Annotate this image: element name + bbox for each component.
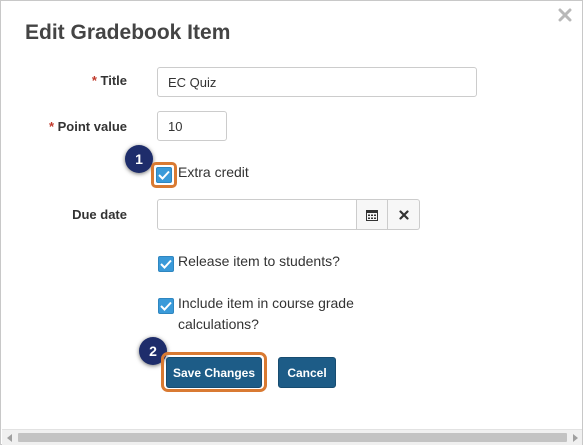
step-callout-1: 1 — [125, 145, 153, 173]
save-changes-button[interactable]: Save Changes — [166, 357, 262, 388]
due-date-input[interactable] — [157, 199, 357, 230]
checkmark-icon — [160, 301, 172, 311]
calendar-button[interactable] — [356, 199, 388, 230]
point-value-input[interactable] — [157, 111, 227, 141]
include-item-label: Include item in course grade calculation… — [178, 293, 354, 335]
required-marker: * — [91, 73, 97, 88]
scroll-right-arrow-icon[interactable] — [567, 430, 582, 445]
due-date-label: Due date — [72, 207, 127, 222]
checkmark-icon — [160, 259, 172, 269]
point-value-label-text: Point value — [57, 119, 127, 134]
scrollbar-thumb[interactable] — [18, 433, 567, 442]
release-item-label: Release item to students? — [178, 253, 340, 269]
title-input[interactable] — [157, 67, 477, 97]
release-item-checkbox[interactable] — [158, 256, 174, 272]
dialog-title: Edit Gradebook Item — [25, 21, 231, 44]
extra-credit-label: Extra credit — [178, 164, 249, 180]
close-icon[interactable] — [554, 5, 576, 27]
title-label: * Title — [61, 73, 127, 88]
close-x-glyph — [558, 8, 572, 22]
scroll-left-arrow-icon[interactable] — [2, 430, 17, 445]
required-marker: * — [48, 119, 55, 134]
calendar-icon — [366, 209, 378, 221]
title-label-text: Title — [100, 73, 128, 88]
extra-credit-checkbox[interactable] — [156, 167, 172, 183]
checkmark-icon — [158, 170, 170, 180]
include-item-label-line1: Include item in course grade — [178, 295, 354, 311]
clear-x-icon — [398, 209, 409, 220]
clear-date-button[interactable] — [388, 199, 420, 230]
include-item-label-line2: calculations? — [178, 316, 259, 332]
edit-gradebook-item-dialog: Edit Gradebook Item * Title * Point valu… — [0, 0, 583, 445]
include-item-checkbox[interactable] — [158, 298, 174, 314]
horizontal-scrollbar[interactable] — [2, 429, 582, 445]
point-value-label: * Point value — [27, 119, 127, 134]
cancel-button[interactable]: Cancel — [278, 357, 336, 388]
